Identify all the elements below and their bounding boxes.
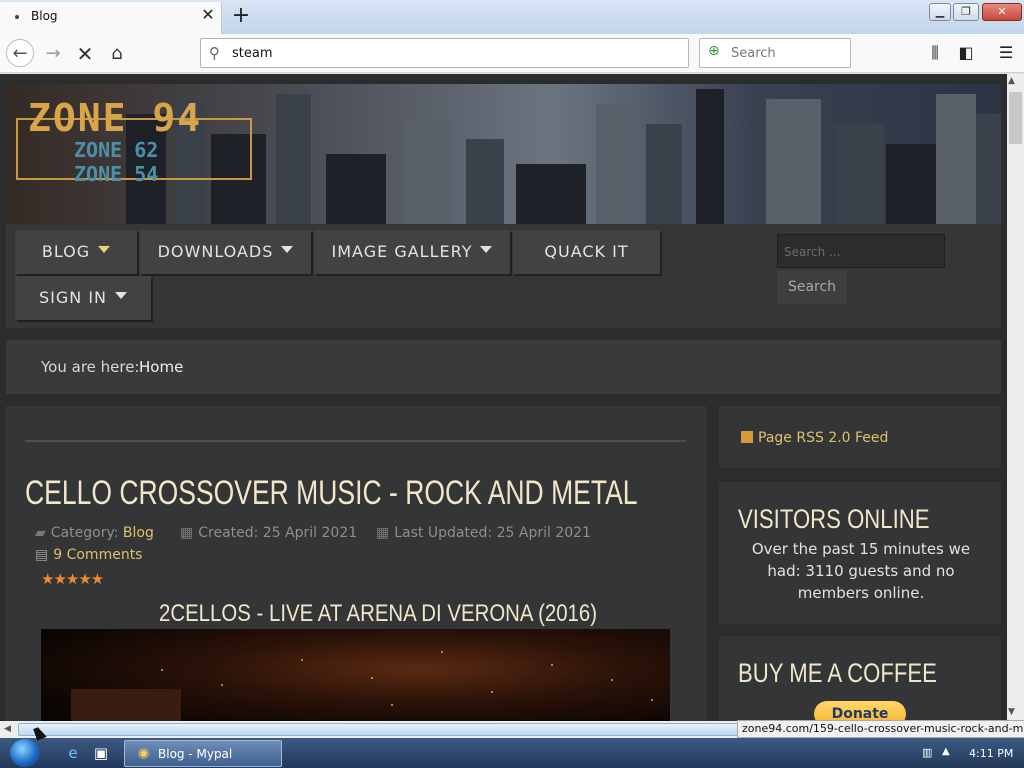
- chevron-down-icon: [115, 292, 127, 299]
- start-button[interactable]: [10, 739, 40, 767]
- breadcrumb-label: You are here:: [41, 358, 140, 376]
- taskbar-clock[interactable]: 4:11 PM: [969, 747, 1013, 760]
- tray-expand-icon[interactable]: ▲: [942, 746, 950, 757]
- library-icon[interactable]: ⫼: [923, 41, 947, 65]
- article-subtitle: 2CELLOS - LIVE AT ARENA DI VERONA (2016): [159, 600, 598, 627]
- comments-count: 9 Comments: [53, 547, 143, 563]
- menu-item-label: QUACK IT: [544, 242, 629, 261]
- site-search-button[interactable]: Search: [777, 270, 847, 304]
- file-explorer-icon[interactable]: ▣: [90, 743, 112, 763]
- url-bar[interactable]: [200, 38, 689, 68]
- sidebar-icon[interactable]: ◧: [954, 41, 978, 65]
- menu-item-label: SIGN IN: [38, 288, 107, 307]
- visitors-title: VISITORS ONLINE: [738, 504, 930, 534]
- chevron-down-icon: [281, 246, 294, 253]
- rss-feed-link[interactable]: Page RSS 2.0 Feed: [741, 430, 888, 446]
- stop-icon[interactable]: ✕: [72, 41, 98, 67]
- menu-item-label: DOWNLOADS: [157, 242, 274, 261]
- forward-arrow-icon[interactable]: →: [40, 41, 66, 67]
- comment-icon: ▤: [35, 547, 49, 563]
- site-search-input[interactable]: Search ...: [777, 234, 945, 268]
- calendar-icon: ▦: [376, 525, 390, 541]
- internet-explorer-icon[interactable]: e: [62, 743, 84, 763]
- vertical-scrollbar[interactable]: [1007, 74, 1024, 721]
- article-title[interactable]: CELLO CROSSOVER MUSIC - ROCK AND METAL: [25, 474, 638, 513]
- site-logo[interactable]: ZONE 94: [28, 96, 202, 140]
- category-link[interactable]: Blog: [123, 525, 154, 541]
- category-label: Category:: [50, 525, 119, 541]
- logo-subtitle-2: ZONE 54: [74, 162, 159, 186]
- tab-close-icon[interactable]: ✕: [199, 5, 217, 25]
- back-arrow-icon[interactable]: ←: [6, 39, 34, 67]
- menu-item-sign-in[interactable]: SIGN IN: [15, 276, 151, 320]
- search-icon: ⚲: [209, 44, 220, 62]
- hamburger-menu-icon[interactable]: ☰: [994, 41, 1018, 65]
- breadcrumb-home-link[interactable]: Home: [139, 358, 183, 376]
- menu-item-image-gallery[interactable]: IMAGE GALLERY: [314, 230, 510, 274]
- vertical-scroll-thumb[interactable]: [1009, 92, 1022, 144]
- article-category: ▰ Category: Blog: [35, 525, 154, 541]
- video-embed[interactable]: [41, 629, 670, 729]
- created-date: Created: 25 April 2021: [198, 525, 358, 541]
- rss-label: Page RSS 2.0 Feed: [758, 430, 889, 446]
- menu-item-label: BLOG: [41, 242, 91, 261]
- menu-item-downloads[interactable]: DOWNLOADS: [140, 230, 311, 274]
- article-updated: ▦ Last Updated: 25 April 2021: [376, 525, 591, 541]
- scroll-up-arrow-icon[interactable]: ▲: [1008, 76, 1015, 86]
- calendar-icon: ▦: [180, 525, 194, 541]
- status-bar-url: zone94.com/159-cello-crossover-music-roc…: [737, 720, 1024, 738]
- mypal-browser-icon: ◉: [138, 746, 150, 761]
- logo-subtitle-1: ZONE 62: [74, 138, 159, 162]
- menu-item-quack-it[interactable]: QUACK IT: [513, 230, 660, 274]
- scroll-left-arrow-icon[interactable]: ◀: [4, 724, 11, 734]
- chevron-down-icon: [480, 246, 493, 253]
- article-created: ▦ Created: 25 April 2021: [180, 525, 357, 541]
- home-icon[interactable]: ⌂: [104, 41, 130, 67]
- menu-item-blog[interactable]: BLOG: [15, 230, 137, 274]
- search-engine-icon[interactable]: ⊕: [708, 43, 720, 59]
- window-minimize-button[interactable]: ▁: [929, 3, 951, 21]
- window-restore-button[interactable]: ❐: [953, 3, 979, 21]
- tab-loading-icon: [15, 15, 19, 19]
- window-close-button[interactable]: ✕: [982, 3, 1022, 21]
- updated-date: Last Updated: 25 April 2021: [394, 525, 591, 541]
- tab-title: Blog: [31, 9, 58, 23]
- coffee-title: BUY ME A COFFEE: [738, 658, 937, 688]
- chevron-down-icon: [98, 246, 111, 253]
- scroll-down-arrow-icon[interactable]: ▼: [1008, 707, 1015, 717]
- browser-search-input[interactable]: Search: [731, 46, 776, 61]
- visitors-text: Over the past 15 minutes we had: 3110 gu…: [751, 540, 971, 602]
- new-tab-button[interactable]: +: [228, 4, 254, 28]
- rss-icon: [741, 431, 753, 443]
- article-comments-link[interactable]: ▤ 9 Comments: [35, 547, 142, 563]
- url-input[interactable]: steam: [232, 46, 273, 61]
- folder-icon: ▰: [35, 525, 46, 541]
- rating-stars[interactable]: ★★★★★: [41, 570, 104, 588]
- menu-item-label: IMAGE GALLERY: [331, 242, 473, 261]
- keyboard-icon[interactable]: ▥: [922, 746, 932, 759]
- taskbar-task-label: Blog - Mypal: [158, 747, 233, 761]
- article-divider: [25, 440, 686, 442]
